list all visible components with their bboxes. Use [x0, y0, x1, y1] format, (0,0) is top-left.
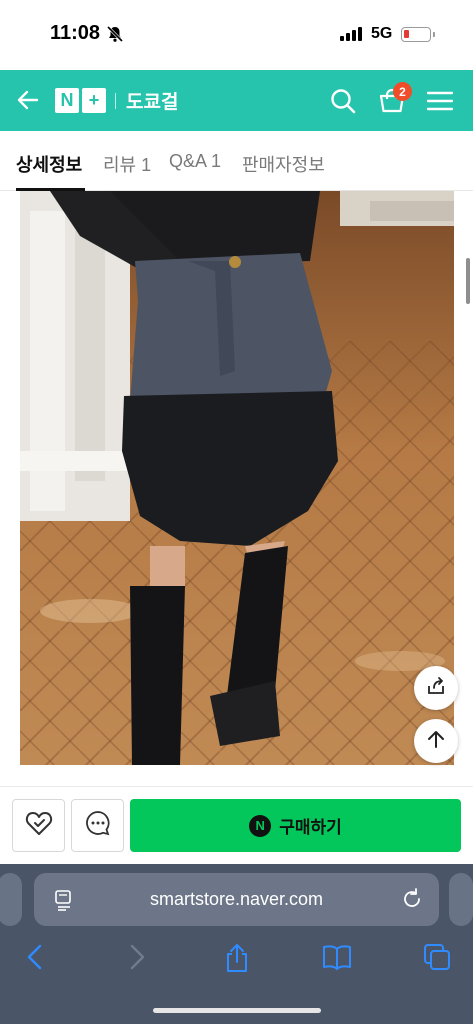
share-button[interactable]	[414, 666, 458, 710]
naverpay-icon: N	[249, 814, 272, 837]
signal-icon	[340, 27, 362, 41]
network-label: 5G	[371, 25, 393, 42]
book-icon[interactable]	[321, 943, 353, 976]
wishlist-button[interactable]	[12, 799, 65, 852]
previous-tab-peek[interactable]	[0, 873, 22, 926]
status-time: 11:08	[50, 22, 101, 44]
chevron-right-icon[interactable]	[126, 943, 148, 976]
tab-qna[interactable]: Q&A 1	[169, 151, 221, 172]
chat-icon	[85, 810, 111, 841]
chevron-left-icon[interactable]	[24, 943, 46, 976]
browser-toolbar: smartstore.naver.com	[0, 864, 473, 1024]
tabs-icon[interactable]	[423, 943, 451, 976]
buy-button[interactable]: N 구매하기	[130, 799, 461, 852]
store-name[interactable]: 도쿄걸	[126, 87, 178, 114]
page: 11:08 5G N + 도쿄걸 2 상세정보 리뷰 1 Q&A 1 판매자정보…	[0, 0, 473, 1024]
store-header: N + 도쿄걸 2	[0, 70, 473, 131]
logo-plus: +	[82, 88, 106, 113]
url-text: smartstore.naver.com	[149, 889, 324, 909]
tab-reviews[interactable]: 리뷰 1	[103, 151, 151, 177]
scroll-top-button[interactable]	[414, 719, 458, 763]
tab-detail[interactable]: 상세정보	[16, 151, 82, 177]
battery-icon	[401, 27, 435, 42]
reload-icon[interactable]	[401, 888, 423, 915]
header-divider	[115, 93, 116, 109]
share-icon	[425, 675, 447, 702]
arrow-up-icon	[426, 729, 446, 754]
address-bar[interactable]: smartstore.naver.com	[34, 873, 439, 926]
home-indicator[interactable]	[153, 1008, 321, 1013]
product-photo-illustration	[20, 191, 454, 765]
talk-button[interactable]	[71, 799, 124, 852]
share-up-icon[interactable]	[224, 943, 250, 978]
logo-n: N	[55, 88, 79, 113]
naver-plus-logo[interactable]: N +	[55, 88, 106, 113]
heart-icon	[25, 810, 53, 841]
menu-icon[interactable]	[426, 90, 454, 117]
buy-button-label: 구매하기	[279, 818, 342, 837]
next-tab-peek[interactable]	[449, 873, 473, 926]
search-icon[interactable]	[330, 88, 356, 119]
back-arrow-icon[interactable]	[16, 88, 40, 117]
product-tabs: 상세정보 리뷰 1 Q&A 1 판매자정보	[0, 131, 473, 191]
purchase-bar: N 구매하기	[0, 786, 473, 864]
cart-count-badge: 2	[393, 82, 412, 101]
page-scrollbar[interactable]	[466, 258, 470, 304]
tab-seller-info[interactable]: 판매자정보	[242, 151, 325, 177]
status-bar: 11:08 5G	[0, 0, 473, 70]
bell-slash-icon	[106, 25, 124, 48]
product-photo	[20, 191, 454, 765]
